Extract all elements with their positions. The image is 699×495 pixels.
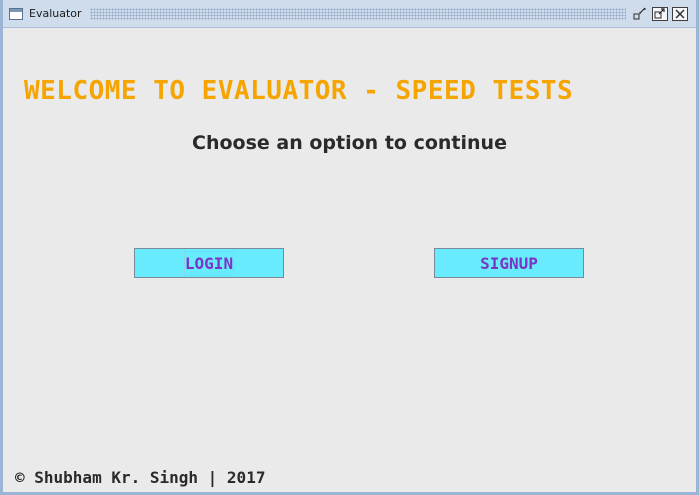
close-button[interactable] <box>672 6 688 21</box>
title-bar[interactable]: Evaluator <box>3 0 696 28</box>
copyright-footer: © Shubham Kr. Singh | 2017 <box>15 468 266 487</box>
maximize-icon <box>654 7 665 18</box>
app-window-icon <box>9 7 23 20</box>
signup-button[interactable]: SIGNUP <box>434 248 584 278</box>
close-icon <box>675 9 685 18</box>
login-button-label: LOGIN <box>183 250 235 276</box>
login-button[interactable]: LOGIN <box>134 248 284 278</box>
app-window: Evaluator WELCOME TO EVALUATOR - SPEED T… <box>0 0 699 495</box>
signup-button-label: SIGNUP <box>480 253 538 273</box>
choose-option-text: Choose an option to continue <box>192 132 507 154</box>
welcome-heading: WELCOME TO EVALUATOR - SPEED TESTS <box>24 76 574 106</box>
restore-icon <box>633 7 646 19</box>
window-title: Evaluator <box>29 7 82 20</box>
restore-button[interactable] <box>632 7 648 21</box>
maximize-button[interactable] <box>652 6 668 21</box>
title-bar-grip <box>89 7 626 20</box>
main-panel: WELCOME TO EVALUATOR - SPEED TESTS Choos… <box>3 28 696 492</box>
